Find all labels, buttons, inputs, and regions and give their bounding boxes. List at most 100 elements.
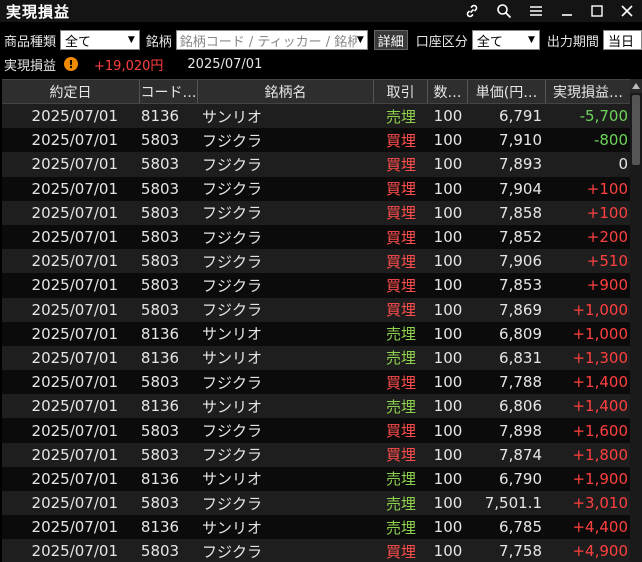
cell-code: 5803 bbox=[140, 155, 180, 174]
product-type-select[interactable]: 全て ▼ bbox=[60, 30, 140, 50]
cell-qty: 100 bbox=[433, 228, 463, 247]
table-row[interactable]: 2025/07/01 5803 フジクラ 買埋 100 7,910 -800 bbox=[2, 128, 630, 153]
table-row[interactable]: 2025/07/01 5803 フジクラ 買埋 100 7,858 +100 bbox=[2, 200, 630, 225]
cell-date: 2025/07/01 bbox=[31, 348, 118, 367]
cell-side: 買埋 bbox=[385, 180, 416, 199]
cell-date: 2025/07/01 bbox=[31, 445, 118, 464]
table-row[interactable]: 2025/07/01 5803 フジクラ 買埋 100 7,904 +100 bbox=[2, 176, 630, 201]
cell-name: フジクラ bbox=[202, 422, 263, 441]
cell-pnl: +510 bbox=[586, 252, 628, 271]
cell-code: 5803 bbox=[140, 494, 180, 513]
table-header: 約定日 コード… 銘柄名 取引 数… 単価(円… 実現損益… bbox=[2, 79, 630, 104]
symbol-search-input[interactable]: 銘柄コード / ティッカー / 銘柄名 ▼ bbox=[175, 30, 368, 50]
header-side[interactable]: 取引 bbox=[374, 80, 428, 103]
close-icon[interactable] bbox=[612, 0, 642, 22]
link-icon[interactable] bbox=[456, 0, 488, 22]
cell-qty: 100 bbox=[433, 397, 463, 416]
table-row[interactable]: 2025/07/01 8136 サンリオ 売埋 100 6,809 +1,000 bbox=[2, 321, 630, 346]
cell-price: 7,858 bbox=[499, 203, 542, 222]
cell-price: 6,785 bbox=[499, 518, 542, 537]
table-row[interactable]: 2025/07/01 5803 フジクラ 買埋 100 7,853 +900 bbox=[2, 273, 630, 298]
account-type-select[interactable]: 全て ▼ bbox=[471, 30, 540, 50]
period-select[interactable]: 当日 bbox=[602, 30, 642, 50]
cell-pnl: +1,900 bbox=[572, 469, 628, 488]
scroll-up-icon[interactable] bbox=[630, 79, 642, 93]
cell-pnl: +100 bbox=[586, 179, 628, 198]
header-name[interactable]: 銘柄名 bbox=[198, 80, 374, 103]
cell-qty: 100 bbox=[433, 203, 463, 222]
table-body: 2025/07/01 8136 サンリオ 売埋 100 6,791 -5,700 2025/0… bbox=[2, 104, 630, 562]
cell-date: 2025/07/01 bbox=[31, 542, 118, 561]
cell-date: 2025/07/01 bbox=[31, 421, 118, 440]
cell-pnl: -5,700 bbox=[579, 107, 628, 126]
table-row[interactable]: 2025/07/01 8136 サンリオ 売埋 100 6,791 -5,700 bbox=[2, 104, 630, 129]
scroll-thumb[interactable] bbox=[632, 95, 640, 165]
cell-code: 5803 bbox=[140, 179, 180, 198]
table-row[interactable]: 2025/07/01 5803 フジクラ 買埋 100 7,906 +510 bbox=[2, 249, 630, 274]
cell-name: フジクラ bbox=[202, 446, 263, 465]
cell-side: 売埋 bbox=[385, 325, 416, 344]
search-icon[interactable] bbox=[488, 0, 520, 22]
cell-side: 買埋 bbox=[385, 252, 416, 271]
table-row[interactable]: 2025/07/01 5803 フジクラ 買埋 100 7,869 +1,000 bbox=[2, 297, 630, 322]
header-code[interactable]: コード… bbox=[140, 80, 198, 103]
cell-price: 7,852 bbox=[499, 228, 542, 247]
cell-name: フジクラ bbox=[202, 155, 263, 174]
cell-name: サンリオ bbox=[202, 349, 263, 368]
table-row[interactable]: 2025/07/01 5803 フジクラ 買埋 100 7,893 0 bbox=[2, 152, 630, 177]
cell-qty: 100 bbox=[433, 373, 463, 392]
cell-qty: 100 bbox=[433, 348, 463, 367]
product-type-value: 全て bbox=[65, 34, 92, 50]
table-row[interactable]: 2025/07/01 8136 サンリオ 売埋 100 6,806 +1,400 bbox=[2, 394, 630, 419]
table-row[interactable]: 2025/07/01 8136 サンリオ 売埋 100 6,831 +1,300 bbox=[2, 345, 630, 371]
table-row[interactable]: 2025/07/01 5803 フジクラ 買埋 100 7,898 +1,600 bbox=[2, 418, 630, 443]
cell-date: 2025/07/01 bbox=[31, 107, 118, 126]
header-pnl[interactable]: 実現損益… bbox=[546, 80, 630, 103]
menu-icon[interactable] bbox=[520, 0, 552, 22]
filter-bar: 商品種類 全て ▼ 銘柄 銘柄コード / ティッカー / 銘柄名 ▼ 詳細 口座… bbox=[0, 28, 642, 52]
table-row[interactable]: 2025/07/01 8136 サンリオ 売埋 100 6,785 +4,400 bbox=[2, 515, 630, 540]
maximize-icon[interactable] bbox=[582, 0, 612, 22]
cell-date: 2025/07/01 bbox=[31, 155, 118, 174]
cell-qty: 100 bbox=[433, 445, 463, 464]
cell-price: 7,853 bbox=[499, 276, 542, 295]
cell-side: 売埋 bbox=[385, 107, 416, 126]
cell-qty: 100 bbox=[433, 324, 463, 343]
cell-price: 7,898 bbox=[499, 421, 542, 440]
cell-code: 8136 bbox=[140, 348, 180, 367]
table-row[interactable]: 2025/07/01 5803 フジクラ 買埋 100 7,788 +1,400 bbox=[2, 370, 630, 395]
vertical-scrollbar[interactable] bbox=[630, 79, 642, 562]
header-price[interactable]: 単価(円… bbox=[468, 80, 546, 103]
cell-pnl: +1,400 bbox=[572, 397, 628, 416]
period-value: 当日 bbox=[607, 34, 634, 50]
cell-date: 2025/07/01 bbox=[31, 179, 118, 198]
chevron-down-icon: ▼ bbox=[528, 35, 535, 45]
summary-bar: 実現損益 ! +19,020円 2025/07/01 bbox=[0, 55, 262, 74]
warning-icon[interactable]: ! bbox=[64, 57, 79, 71]
header-qty[interactable]: 数… bbox=[428, 80, 468, 103]
cell-code: 5803 bbox=[140, 373, 180, 392]
header-date[interactable]: 約定日 bbox=[2, 80, 140, 103]
cell-code: 5803 bbox=[140, 252, 180, 271]
cell-code: 5803 bbox=[140, 203, 180, 222]
table-row[interactable]: 2025/07/01 5803 フジクラ 買埋 100 7,852 +200 bbox=[2, 224, 630, 250]
cell-date: 2025/07/01 bbox=[31, 373, 118, 392]
cell-pnl: +900 bbox=[586, 276, 628, 295]
table-row[interactable]: 2025/07/01 5803 フジクラ 買埋 100 7,758 +4,900 bbox=[2, 539, 630, 562]
minimize-icon[interactable] bbox=[552, 0, 582, 22]
table-row[interactable]: 2025/07/01 8136 サンリオ 売埋 100 6,790 +1,900 bbox=[2, 466, 630, 491]
cell-qty: 100 bbox=[433, 300, 463, 319]
table-row[interactable]: 2025/07/01 5803 フジクラ 買埋 100 7,874 +1,800 bbox=[2, 442, 630, 467]
detail-button[interactable]: 詳細 bbox=[373, 30, 408, 50]
cell-name: フジクラ bbox=[202, 180, 263, 199]
cell-qty: 100 bbox=[433, 421, 463, 440]
cell-name: フジクラ bbox=[202, 542, 263, 561]
chevron-down-icon: ▼ bbox=[356, 35, 364, 45]
cell-name: フジクラ bbox=[202, 494, 263, 513]
window-title: 実現損益 bbox=[6, 2, 71, 21]
table-row[interactable]: 2025/07/01 5803 フジクラ 売埋 100 7,501.1 +3,010 bbox=[2, 491, 630, 516]
cell-date: 2025/07/01 bbox=[31, 494, 118, 513]
cell-side: 売埋 bbox=[385, 397, 416, 416]
cell-pnl: +1,600 bbox=[572, 421, 628, 440]
cell-date: 2025/07/01 bbox=[31, 276, 118, 295]
